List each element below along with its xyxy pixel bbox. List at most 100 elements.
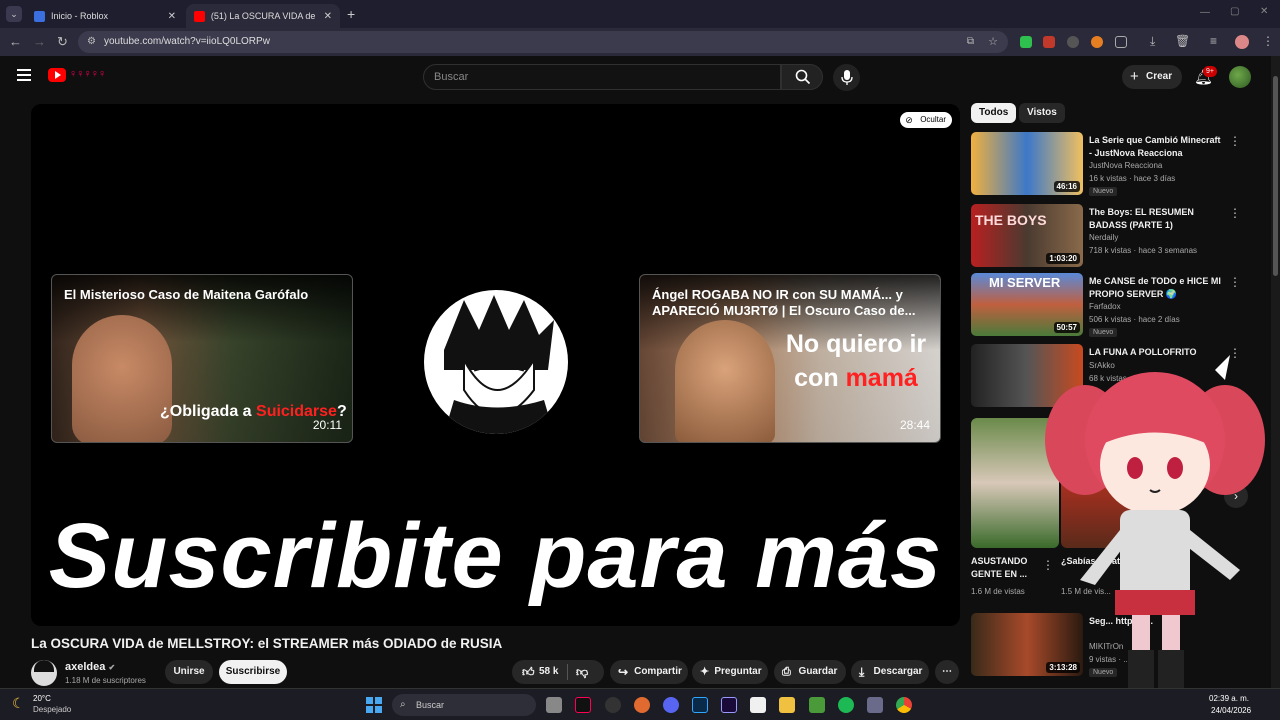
download-button[interactable]: ⤓ Descargar xyxy=(851,660,929,684)
video-title[interactable]: La Serie que Cambió Minecraft - JustNova… xyxy=(1089,134,1224,160)
overlay-text-part: con xyxy=(794,364,846,392)
extension-icon[interactable] xyxy=(1067,36,1079,48)
channel-name[interactable]: Farfadox xyxy=(1089,302,1121,311)
trash-icon[interactable]: 🗑 xyxy=(1175,34,1190,48)
tab-label: Inicio - Roblox xyxy=(51,11,109,21)
video-thumbnail[interactable]: MI SERVER 50:57 xyxy=(971,273,1083,336)
doodle-logo: ♀♀♀♀♀ xyxy=(69,68,106,80)
premiere-icon[interactable] xyxy=(721,697,737,713)
hamburger-menu-icon[interactable] xyxy=(17,69,31,81)
save-button[interactable]: ⎙ Guardar xyxy=(774,660,846,684)
ask-button[interactable]: ✦ Preguntar xyxy=(692,660,768,684)
close-window-icon[interactable]: ✕ xyxy=(1260,6,1268,17)
channel-name[interactable]: JustNova Reacciona xyxy=(1089,161,1162,170)
chip-all[interactable]: Todos xyxy=(971,103,1017,123)
extension-icon[interactable] xyxy=(1091,36,1103,48)
account-avatar[interactable] xyxy=(1229,66,1251,88)
endcard-video-right[interactable]: Ángel ROGABA NO IR con SU MAMÁ... y APAR… xyxy=(639,274,941,443)
video-title[interactable]: The Boys: EL RESUMEN BADASS (PARTE 1) xyxy=(1089,206,1224,232)
site-info-icon[interactable]: ⚙ xyxy=(87,31,96,53)
chrome-icon[interactable] xyxy=(896,697,912,713)
url-field[interactable]: ⚙ youtube.com/watch?v=iioLQ0LORPw ⧉ ☆ xyxy=(78,31,1008,53)
app-icon[interactable] xyxy=(867,697,883,713)
voice-search-button[interactable] xyxy=(833,64,860,91)
back-icon[interactable]: ← xyxy=(9,34,22,49)
like-icon[interactable]: 👍︎ xyxy=(522,660,535,684)
photoshop-icon[interactable] xyxy=(692,697,708,713)
minecraft-icon[interactable] xyxy=(809,697,825,713)
more-actions-button[interactable]: ⋯ xyxy=(935,660,959,684)
more-options-icon[interactable]: ⋮ xyxy=(1229,206,1241,220)
task-view-icon[interactable] xyxy=(546,697,562,713)
search-icon: ⌕ xyxy=(400,699,406,710)
youtube-logo[interactable] xyxy=(48,68,66,82)
file-explorer-icon[interactable] xyxy=(779,697,795,713)
more-options-icon[interactable]: ⋮ xyxy=(1229,275,1241,289)
extension-icon[interactable] xyxy=(1043,36,1055,48)
channel-name[interactable]: axeldea xyxy=(65,661,105,673)
more-menu-icon[interactable]: ⋮ xyxy=(1262,34,1274,48)
overlay-text-part: ¿Obligada a xyxy=(160,403,257,420)
channel-subscribe-endcard[interactable] xyxy=(424,290,568,434)
extensions-puzzle-icon[interactable] xyxy=(1115,36,1127,48)
channel-name[interactable]: Nerdaily xyxy=(1089,233,1118,242)
bookmark-star-icon[interactable]: ☆ xyxy=(988,31,998,53)
spotify-icon[interactable] xyxy=(838,697,854,713)
moon-weather-icon: ☾ xyxy=(12,695,25,711)
recommended-video[interactable]: MI SERVER 50:57 Me CANSE de TODO e HICE … xyxy=(971,273,1271,337)
clock-time[interactable]: 02:39 a. m. xyxy=(1209,694,1249,703)
endcard-face-image xyxy=(72,315,172,442)
download-icon[interactable]: ⤓ xyxy=(1150,34,1155,49)
reload-icon[interactable]: ↻ xyxy=(57,34,68,50)
video-thumbnail[interactable]: 46:16 xyxy=(971,132,1083,195)
taskbar-search-box[interactable]: ⌕ Buscar xyxy=(392,694,536,716)
maximize-icon[interactable]: ▢ xyxy=(1230,6,1239,17)
short-title[interactable]: ASUSTANDO GENTE EN ... xyxy=(971,555,1041,581)
page-scrollbar[interactable] xyxy=(1271,56,1280,688)
tiktok-icon[interactable] xyxy=(575,697,591,713)
dislike-icon[interactable]: 👎︎ xyxy=(576,660,588,684)
video-thumbnail[interactable]: THE BOYS 1:03:20 xyxy=(971,204,1083,267)
create-button[interactable]: + Crear xyxy=(1122,65,1182,89)
weather-desc[interactable]: Despejado xyxy=(33,705,71,714)
video-player[interactable]: ⊘ Ocultar El Misterioso Caso de Maitena … xyxy=(31,104,960,626)
install-app-icon[interactable]: ⧉ xyxy=(967,31,974,53)
close-tab-icon[interactable]: ✕ xyxy=(168,11,176,22)
store-icon[interactable] xyxy=(750,697,766,713)
like-count[interactable]: 58 k xyxy=(539,660,558,684)
new-tab-icon[interactable]: + xyxy=(347,6,355,22)
tab-youtube[interactable]: (51) La OSCURA VIDA de MELLSTRO ✕ xyxy=(186,4,340,28)
tab-roblox[interactable]: Inicio - Roblox ✕ xyxy=(26,4,184,28)
recommended-video[interactable]: 46:16 La Serie que Cambió Minecraft - Ju… xyxy=(971,132,1271,196)
minimize-icon[interactable]: — xyxy=(1200,7,1210,18)
scrollbar-thumb[interactable] xyxy=(1273,76,1278,276)
profile-avatar[interactable] xyxy=(1235,35,1249,49)
channel-avatar[interactable] xyxy=(31,660,57,686)
search-input[interactable]: Buscar xyxy=(423,64,781,90)
endcard-title: El Misterioso Caso de Maitena Garófalo xyxy=(64,287,309,302)
forward-icon[interactable]: → xyxy=(33,34,46,49)
app-icon[interactable] xyxy=(605,697,621,713)
tab-list-button[interactable]: ⌄ xyxy=(6,6,22,22)
chip-watched[interactable]: Vistos xyxy=(1019,103,1065,123)
hide-endscreen-button[interactable]: ⊘ Ocultar xyxy=(900,112,952,128)
windows-start-icon[interactable] xyxy=(366,697,382,713)
search-button[interactable] xyxy=(781,64,823,90)
join-button[interactable]: Unirse xyxy=(165,660,213,684)
recommended-video[interactable]: THE BOYS 1:03:20 The Boys: EL RESUMEN BA… xyxy=(971,204,1271,268)
endcard-face-image xyxy=(675,320,775,442)
subscribe-button[interactable]: Suscribirse xyxy=(219,660,287,684)
extension-icon[interactable] xyxy=(1020,36,1032,48)
discord-icon[interactable] xyxy=(663,697,679,713)
endcard-video-left[interactable]: El Misterioso Caso de Maitena Garófalo ¿… xyxy=(51,274,353,443)
clock-date[interactable]: 24/04/2026 xyxy=(1211,706,1251,715)
channel-name-row[interactable]: axeldea ✔ xyxy=(65,661,115,673)
app-icon[interactable] xyxy=(634,697,650,713)
short-views: 1.6 M de vistas xyxy=(971,587,1025,596)
weather-temp[interactable]: 20°C xyxy=(33,694,51,703)
media-icon[interactable]: ≡ xyxy=(1210,34,1217,48)
video-title[interactable]: Me CANSE de TODO e HICE MI PROPIO SERVER… xyxy=(1089,275,1224,301)
more-options-icon[interactable]: ⋮ xyxy=(1229,134,1241,148)
close-tab-icon[interactable]: ✕ xyxy=(324,11,332,22)
share-button[interactable]: ↪ Compartir xyxy=(610,660,688,684)
